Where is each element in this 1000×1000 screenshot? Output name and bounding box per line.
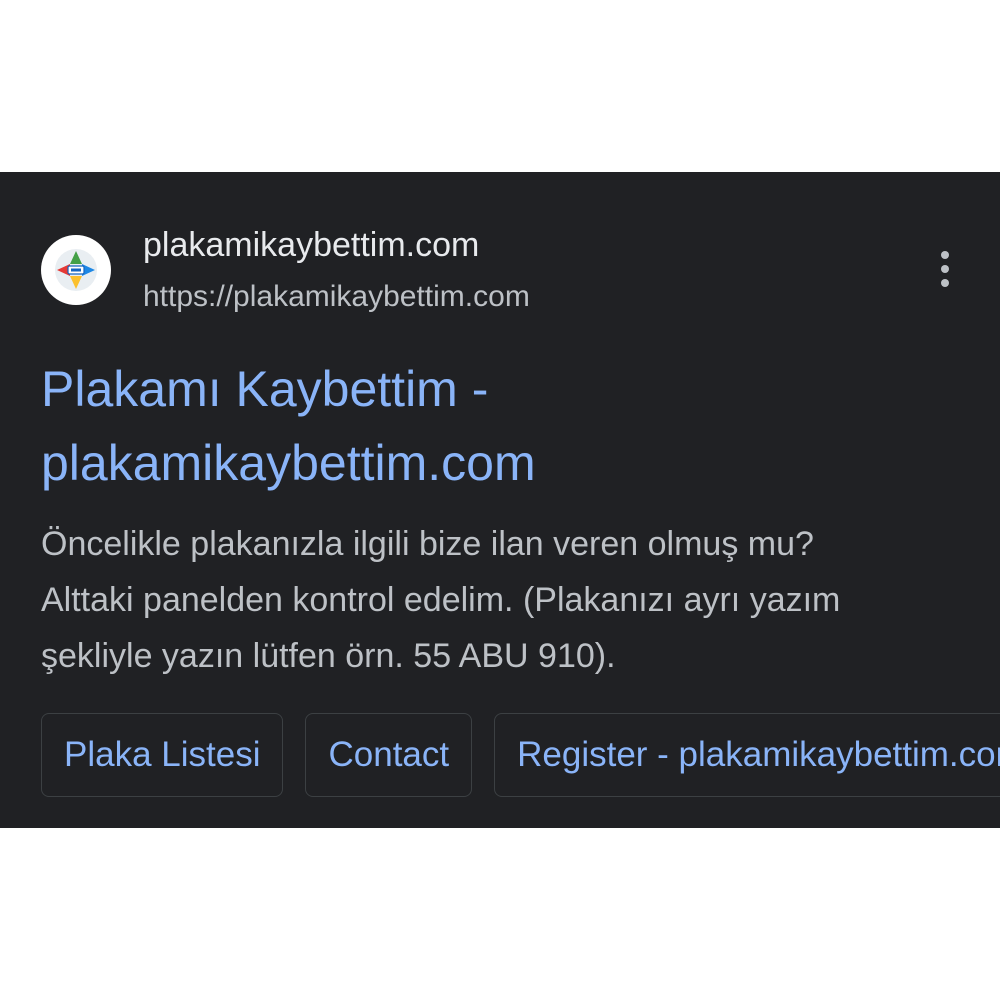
- snippet-line: Alttaki panelden kontrol edelim. (Plakan…: [41, 581, 841, 619]
- sitelink-plaka-listesi[interactable]: Plaka Listesi: [41, 713, 284, 797]
- snippet-line: Öncelikle plakanızla ilgili bize ilan ve…: [41, 525, 814, 563]
- site-url[interactable]: https://plakamikaybettim.com: [143, 279, 530, 315]
- page: plakamikaybettim.com https://plakamikayb…: [0, 0, 1000, 1000]
- search-result-card: plakamikaybettim.com https://plakamikayb…: [0, 172, 1000, 828]
- more-vert-icon-dot: [941, 251, 949, 259]
- site-name[interactable]: plakamikaybettim.com: [143, 225, 479, 265]
- sitelink-register[interactable]: Register - plakamikaybettim.com: [494, 713, 1000, 797]
- more-options-button[interactable]: [924, 244, 966, 294]
- result-title-line: Plakamı Kaybettim -: [41, 361, 489, 417]
- result-title-line: plakamikaybettim.com: [41, 435, 536, 491]
- snippet-line: şekliyle yazın lütfen örn. 55 ABU 910).: [41, 637, 616, 675]
- more-vert-icon-dot: [941, 279, 949, 287]
- result-title-link[interactable]: Plakamı Kaybettim - plakamikaybettim.com: [41, 352, 981, 500]
- sitelinks-row: Plaka Listesi Contact Register - plakami…: [41, 713, 1000, 797]
- more-vert-icon-dot: [941, 265, 949, 273]
- site-logo-icon[interactable]: [41, 235, 111, 305]
- site-logo-graphic: [55, 249, 97, 291]
- result-snippet: Öncelikle plakanızla ilgili bize ilan ve…: [41, 516, 986, 684]
- sitelink-contact[interactable]: Contact: [305, 713, 473, 797]
